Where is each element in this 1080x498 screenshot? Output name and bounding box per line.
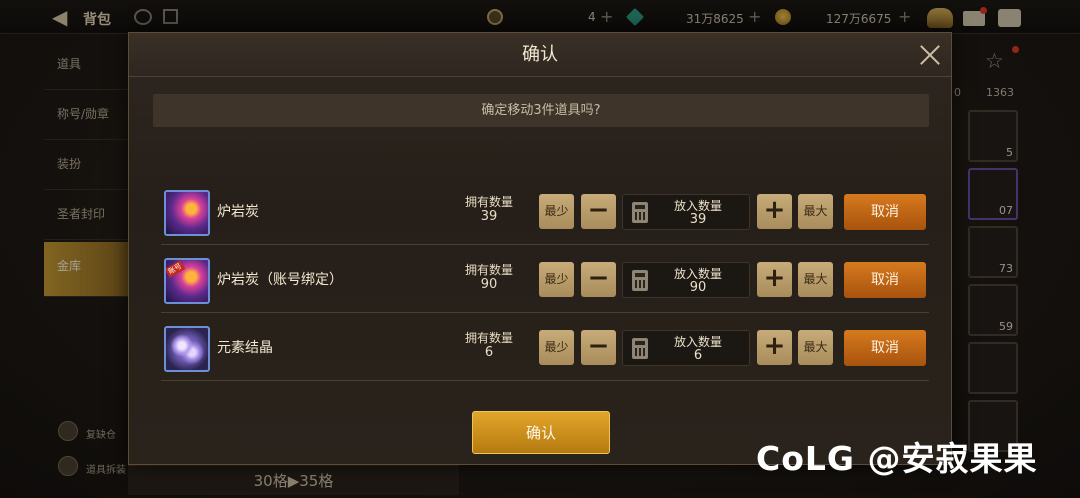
- cancel-button[interactable]: 取消: [844, 262, 926, 298]
- calculator-icon[interactable]: [632, 338, 648, 359]
- confirm-dialog: 确认 确定移动3件道具吗? 炉岩炭 拥有数量 39 最少 − 放入数量 39 +…: [128, 32, 952, 465]
- item-name: 元素结晶: [217, 340, 273, 356]
- confirm-button[interactable]: 确认: [472, 411, 610, 454]
- increase-button[interactable]: +: [757, 262, 792, 297]
- dialog-title: 确认: [522, 44, 558, 65]
- quantity-stepper[interactable]: 放入数量 90: [622, 262, 750, 298]
- quantity-stepper[interactable]: 放入数量 39: [622, 194, 750, 230]
- calculator-icon[interactable]: [632, 270, 648, 291]
- increase-button[interactable]: +: [757, 194, 792, 229]
- element-crystal-icon: [164, 326, 210, 372]
- calculator-icon[interactable]: [632, 202, 648, 223]
- max-button[interactable]: 最大: [798, 262, 833, 297]
- lava-charcoal-bound-icon: 账号: [164, 258, 210, 304]
- watermark: CoLG @安寂果果: [756, 439, 1038, 478]
- decrease-button[interactable]: −: [581, 194, 616, 229]
- decrease-button[interactable]: −: [581, 330, 616, 365]
- put-quantity[interactable]: 90: [655, 280, 741, 295]
- lava-charcoal-icon: [164, 190, 210, 236]
- min-button[interactable]: 最少: [539, 262, 574, 297]
- increase-button[interactable]: +: [757, 330, 792, 365]
- min-button[interactable]: 最少: [539, 330, 574, 365]
- owned-label: 拥有数量: [464, 195, 513, 209]
- owned-count: 6: [484, 345, 494, 360]
- owned-label: 拥有数量: [464, 331, 513, 345]
- list-item: 炉岩炭 拥有数量 39 最少 − 放入数量 39 + 最大 取消: [161, 178, 929, 245]
- put-quantity[interactable]: 6: [655, 348, 741, 363]
- cancel-button[interactable]: 取消: [844, 194, 926, 230]
- list-item: 元素结晶 拥有数量 6 最少 − 放入数量 6 + 最大 取消: [161, 314, 929, 381]
- min-button[interactable]: 最少: [539, 194, 574, 229]
- item-name: 炉岩炭: [217, 204, 259, 220]
- max-button[interactable]: 最大: [798, 194, 833, 229]
- list-item: 账号 炉岩炭（账号绑定） 拥有数量 90 最少 − 放入数量 90 + 最大 取…: [161, 246, 929, 313]
- bound-badge: 账号: [166, 260, 186, 278]
- owned-count: 39: [480, 209, 498, 224]
- dialog-header: 确认: [129, 33, 951, 77]
- max-button[interactable]: 最大: [798, 330, 833, 365]
- quantity-stepper[interactable]: 放入数量 6: [622, 330, 750, 366]
- put-quantity[interactable]: 39: [655, 212, 741, 227]
- cancel-button[interactable]: 取消: [844, 330, 926, 366]
- item-name: 炉岩炭（账号绑定）: [217, 272, 343, 288]
- owned-label: 拥有数量: [464, 263, 513, 277]
- owned-count: 90: [480, 277, 498, 292]
- close-icon[interactable]: [917, 42, 943, 68]
- dialog-prompt: 确定移动3件道具吗?: [153, 94, 929, 127]
- decrease-button[interactable]: −: [581, 262, 616, 297]
